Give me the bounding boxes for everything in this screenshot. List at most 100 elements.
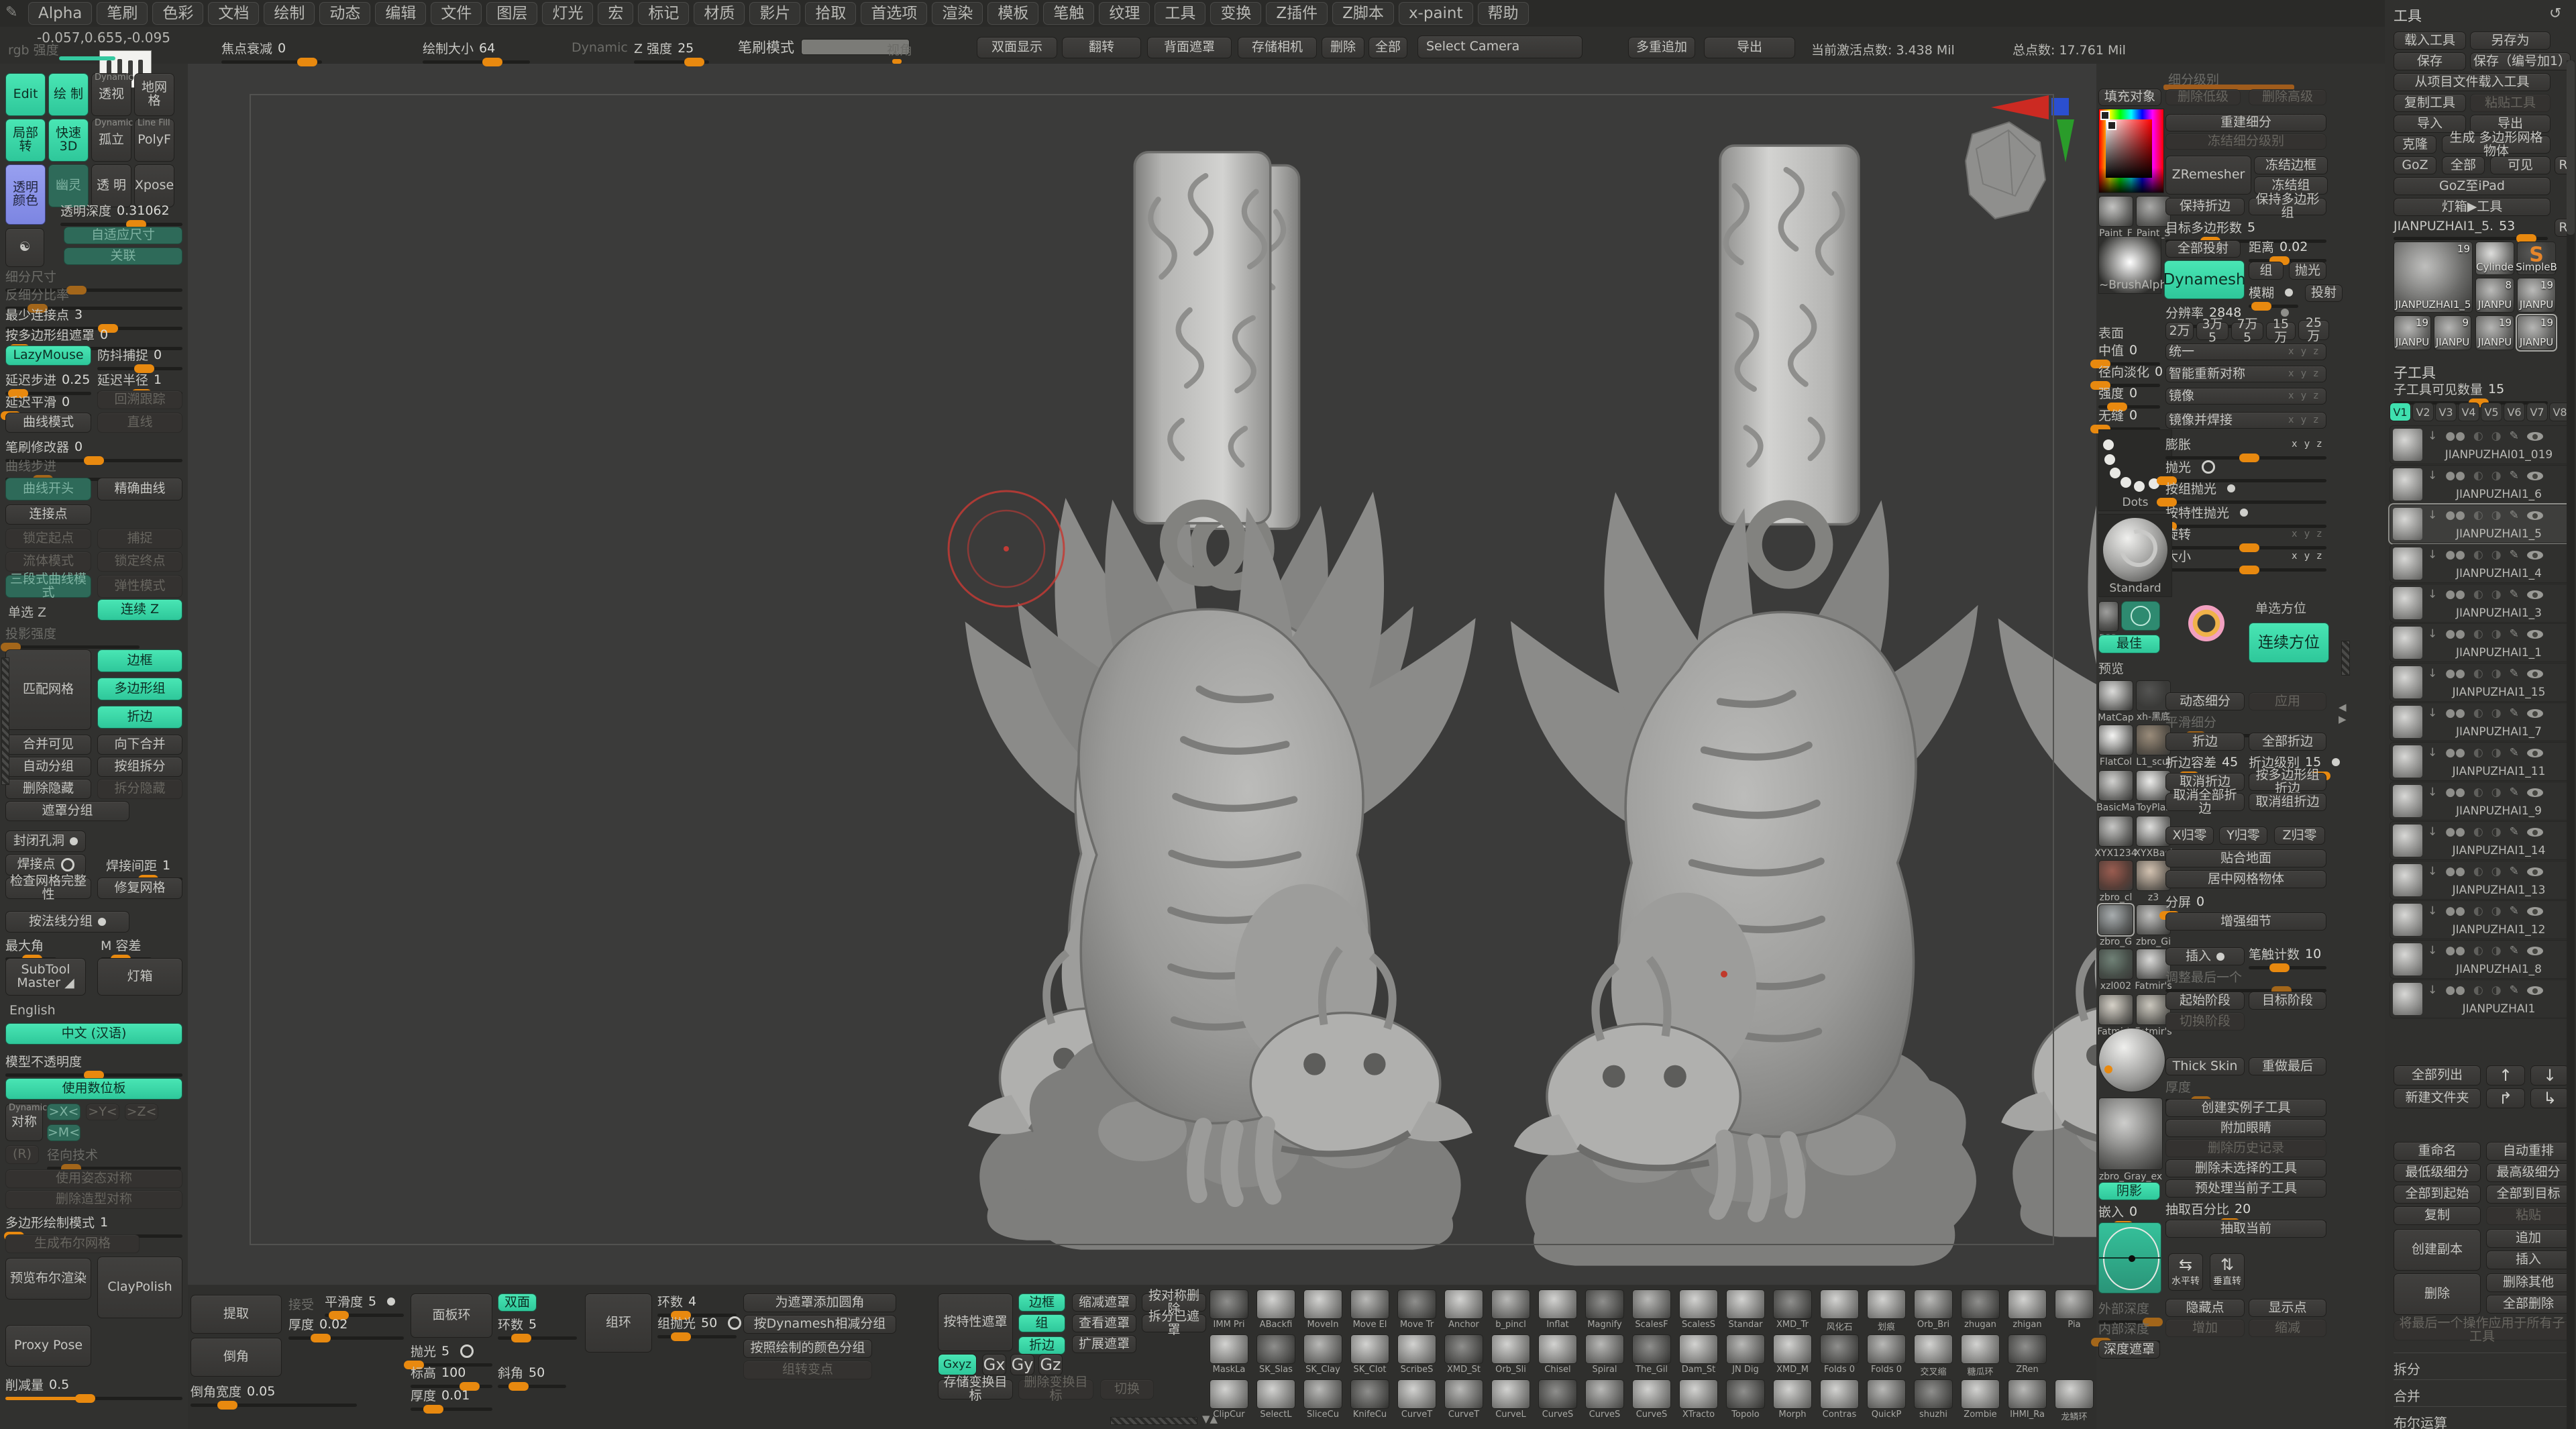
brush-x-风化石[interactable]: 风化石 — [1818, 1289, 1861, 1332]
menu-x-灯光[interactable]: 灯光 — [542, 2, 593, 25]
menu-x-图层[interactable]: 图层 — [486, 2, 537, 25]
x-目标阶段-button[interactable]: 目标阶段 — [2249, 992, 2326, 1010]
x-插入-button[interactable]: 插入 — [2165, 947, 2245, 965]
brush-x-topolo[interactable]: Topolo — [1724, 1379, 1767, 1420]
x--x--button[interactable]: >X< — [47, 1104, 80, 1120]
x-无缝-slider[interactable]: 无缝0 — [2098, 406, 2160, 431]
brush-x-standar[interactable]: Standar — [1724, 1289, 1767, 1330]
x-合并-label[interactable]: 合并 — [2394, 1379, 2571, 1405]
menu-x-宏[interactable]: 宏 — [598, 2, 633, 25]
x-径向技术-slider[interactable]: 径向技术 — [47, 1145, 181, 1170]
x-创建副本-button[interactable]: 创建副本 — [2394, 1229, 2481, 1271]
difference-icon[interactable]: ◑ — [2491, 706, 2502, 720]
x-jianpu-thumbnail[interactable]: JIANPU19 — [2394, 315, 2431, 350]
brush-x-orb-sli[interactable]: Orb_Sli — [1489, 1334, 1532, 1375]
brush-x-划痕[interactable]: 划痕 — [1865, 1289, 1908, 1332]
flatten-arrow-icon[interactable]: ↓ — [2428, 588, 2437, 601]
x-匹配网格-button[interactable]: 匹配网格 — [5, 649, 91, 730]
menu-x-模板[interactable]: 模板 — [987, 2, 1038, 25]
polypaint-icon[interactable]: ●● — [2445, 825, 2465, 839]
x-载入工具-button[interactable]: 载入工具 — [2394, 32, 2466, 50]
visibility-eye-icon[interactable] — [2527, 551, 2543, 560]
x-gz-icon-button[interactable]: Gz — [1038, 1354, 1063, 1375]
x-三段式曲线模式-button[interactable]: 三段式曲线模式 — [5, 575, 91, 598]
left-scrollbar[interactable] — [1, 657, 9, 785]
visibility-eye-icon[interactable] — [2527, 867, 2543, 876]
x-最佳-button[interactable]: 最佳 — [2098, 635, 2160, 653]
sculpt-pen-icon[interactable]: ✎ — [2510, 548, 2519, 562]
x-贴合地面-button[interactable]: 贴合地面 — [2165, 849, 2326, 867]
x-水平转-icon-button[interactable]: ⇆水平转 — [2168, 1253, 2203, 1291]
x-关联-button[interactable]: 关联 — [64, 248, 182, 265]
slider-track[interactable] — [5, 645, 140, 649]
layers-icon[interactable]: ◐ — [2473, 469, 2483, 482]
brush-alpha-preview[interactable]: ~BrushAlpha — [2098, 236, 2161, 294]
menu-x-alpha[interactable]: Alpha — [28, 2, 92, 25]
menu-x-动态[interactable]: 动态 — [319, 2, 370, 25]
x-多边形组-button[interactable]: 多边形组 — [97, 678, 182, 700]
x-笔触计数-slider[interactable]: 笔触计数10 — [2249, 945, 2326, 969]
x-jianpuzhai1-5--slider[interactable]: JIANPUZHAI1_5.53 — [2394, 219, 2548, 240]
brush-x-xmd-m[interactable]: XMD_M — [1771, 1334, 1814, 1375]
brush-x-inflat[interactable]: Inflat — [1536, 1289, 1579, 1330]
sculpt-pen-icon[interactable]: ✎ — [2510, 984, 2519, 997]
flatten-arrow-icon[interactable]: ↓ — [2428, 667, 2437, 680]
visibility-eye-icon[interactable] — [2527, 788, 2543, 797]
visibility-tab-v3[interactable]: V3 — [2435, 403, 2457, 421]
x-删除-button[interactable]: 删除 — [2394, 1273, 2481, 1315]
x-组抛光-slider[interactable]: 组抛光50 — [657, 1314, 737, 1338]
difference-icon[interactable]: ◑ — [2491, 469, 2502, 482]
x-polyf-button[interactable]: PolyFLine Fill — [134, 119, 174, 162]
subtool-row[interactable]: ↓●●◐◑✎JIANPUZHAI01_019 — [2390, 425, 2573, 464]
brush-x-curves[interactable]: CurveS — [1630, 1379, 1673, 1420]
brush-x-pia[interactable]: Pia — [2053, 1289, 2096, 1330]
brush-x-chisel[interactable]: Chisel — [1536, 1334, 1579, 1375]
x-焊接点-button[interactable]: 焊接点 — [5, 854, 86, 876]
slider-handle[interactable] — [671, 1332, 691, 1341]
x-jianpu-thumbnail[interactable]: JIANPU19 — [2517, 278, 2556, 313]
x-zbro-cl-thumbnail[interactable]: zbro_cl — [2098, 860, 2133, 891]
menu-x-色彩[interactable]: 色彩 — [152, 2, 203, 25]
x-双面-button[interactable]: 双面 — [498, 1293, 537, 1312]
x-paint-f-thumbnail[interactable]: Paint_F — [2098, 196, 2133, 227]
slider-track[interactable] — [288, 1336, 404, 1340]
x-jianpu-thumbnail[interactable]: JIANPU19 — [2517, 315, 2556, 350]
brush-x-folds-0[interactable]: Folds 0 — [1865, 1334, 1908, 1375]
polypaint-icon[interactable]: ●● — [2445, 904, 2465, 918]
x-按组抛光-slider[interactable]: 按组抛光 — [2165, 479, 2326, 504]
x-拆分已遮罩-button[interactable]: 拆分已遮罩 — [1142, 1314, 1206, 1332]
x-阴影-button[interactable]: 阴影 — [2098, 1182, 2160, 1200]
x-翻转-button[interactable]: 翻转 — [1062, 37, 1141, 58]
x-隐藏点-button[interactable]: 隐藏点 — [2165, 1299, 2245, 1317]
x-bpr-thumbnail[interactable]: BPR — [2098, 601, 2118, 632]
polypaint-icon[interactable]: ●● — [2445, 429, 2465, 443]
x-m-容差-slider[interactable]: M 容差 — [101, 936, 152, 961]
menu-x-影片[interactable]: 影片 — [749, 2, 800, 25]
x-jianpu-thumbnail[interactable]: JIANPU9 — [2434, 315, 2471, 350]
x-x归零-button[interactable]: X归零 — [2165, 827, 2214, 845]
x-大小-slider[interactable]: 大小x y z — [2165, 547, 2326, 572]
brush-x-xtracto[interactable]: XTracto — [1677, 1379, 1720, 1420]
x-局部转-button[interactable]: 局部转 — [5, 119, 46, 162]
polypaint-icon[interactable]: ●● — [2445, 509, 2465, 522]
x-背面遮罩-button[interactable]: 背面遮罩 — [1147, 37, 1232, 58]
brush-x-b-pincl[interactable]: b_pincl — [1489, 1289, 1532, 1330]
x-居中网格物体-button[interactable]: 居中网格物体 — [2165, 870, 2326, 888]
x-proxy-pose-button[interactable]: Proxy Pose — [5, 1325, 91, 1367]
x-自动分组-button[interactable]: 自动分组 — [5, 757, 91, 777]
x-投射-button[interactable]: 投射 — [2305, 284, 2343, 302]
flatten-arrow-icon[interactable]: ↓ — [2428, 429, 2437, 443]
subtool-row[interactable]: ↓●●◐◑✎JIANPUZHAI1_12 — [2390, 900, 2573, 939]
x-镜像并焊接-button[interactable]: 镜像并焊接x y z — [2165, 412, 2326, 429]
x-保存-编号加1--button[interactable]: 保存（编号加1） — [2470, 52, 2571, 70]
x-按多边形组折边-button[interactable]: 按多边形组折边 — [2249, 773, 2326, 791]
x-全部到起始-button[interactable]: 全部到起始 — [2394, 1185, 2481, 1204]
x-最低级细分-button[interactable]: 最低级细分 — [2394, 1163, 2481, 1182]
x-goz-button[interactable]: GoZ — [2394, 156, 2436, 174]
x-全部列出-button[interactable]: 全部列出 — [2394, 1065, 2481, 1086]
x-模型不透明度-slider[interactable]: 模型不透明度 — [5, 1052, 182, 1077]
radio-dot-icon[interactable] — [2216, 953, 2224, 961]
sculpt-pen-icon[interactable]: ✎ — [2510, 667, 2519, 680]
horizontal-scrollbar[interactable] — [1110, 1417, 1197, 1425]
x-zremesher-button[interactable]: ZRemesher — [2165, 156, 2251, 195]
